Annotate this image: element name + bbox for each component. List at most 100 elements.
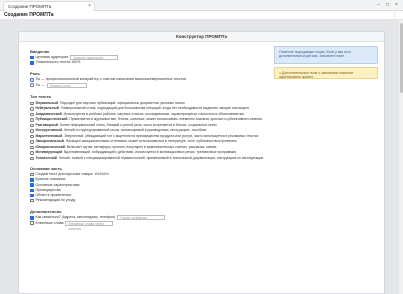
tone-desc: Применяется в журналистике, блогах, коло…	[69, 117, 262, 122]
prompt-builder-panel: Конструктор ПРОМПТа Введение Целевая ауд…	[18, 31, 385, 294]
close-window-icon[interactable]: ×	[394, 3, 399, 8]
tone-name: Инструктивный	[35, 128, 63, 133]
tone-name: Эмоциональный	[35, 139, 64, 144]
hints-column: Отметьте подходящие опции. Если у вас ес…	[274, 46, 378, 79]
extra-item-input[interactable]: Номер телефона	[117, 215, 166, 221]
tone-desc: Вдохновляющий, побуждающий к действию, и…	[63, 150, 237, 155]
tone-radio[interactable]	[30, 112, 34, 117]
tone-option-text: Маркетинговый. Энергичный, убеждающий то…	[35, 133, 259, 138]
tone-desc: Энергичный, убеждающий тон с акцентом на…	[64, 133, 259, 138]
tone-option[interactable]: Формальный. Подходит для научных публика…	[30, 101, 270, 106]
tone-option[interactable]: Мотивирующий. Вдохновляющий, побуждающий…	[30, 150, 270, 155]
tone-option-text: Инструктивный. Четкий и структурированны…	[35, 128, 207, 133]
tone-option-text: Юмористический. Включает шутки, метафоры…	[35, 144, 217, 149]
tone-radio[interactable]	[30, 134, 34, 139]
tone-desc: Четкий, точный с специализированной терм…	[58, 155, 264, 160]
section-title-tone: Тон текста	[30, 93, 51, 99]
tone-desc: Универсальный стиль, подходящий для боль…	[60, 106, 250, 111]
main-items-list: Краткое описание Основные характеристики П…	[30, 177, 270, 203]
tone-name: Публицистический	[35, 117, 68, 122]
tone-option-text: Нейтральный. Универсальный стиль, подход…	[35, 106, 250, 111]
main-item-checkbox[interactable]	[30, 193, 34, 198]
tone-radio[interactable]	[30, 107, 34, 111]
extra-item: Ключевые слова Ключевые слова через запят…	[30, 220, 270, 231]
tone-desc: Включает шутки, метафоры, иронию, популя…	[66, 144, 217, 149]
tone-desc: Более неформальный стиль, близкий к устн…	[59, 122, 217, 127]
target-audience-checkbox[interactable]	[30, 55, 34, 60]
tone-radio[interactable]	[30, 118, 34, 122]
tone-option[interactable]: Эмоциональный. Насыщен эмоциональными от…	[30, 139, 270, 144]
tone-name: Юмористический	[35, 144, 65, 149]
browser-tab[interactable]: Создание ПРОМПТа ×	[3, 1, 95, 11]
tone-name: Формальный	[35, 101, 59, 105]
tone-radio[interactable]	[30, 145, 34, 150]
main-item-checkbox[interactable]	[30, 178, 34, 182]
tone-option[interactable]: Разговорный. Более неформальный стиль, б…	[30, 122, 270, 128]
tone-option-text: Публицистический. Применяется в журналис…	[35, 117, 263, 122]
uniqueness-row: Уникальность текста 100%	[30, 60, 270, 65]
minimize-icon[interactable]: –	[376, 3, 381, 8]
scrollbar-thumb[interactable]	[399, 23, 403, 93]
tone-option[interactable]: Нейтральный. Универсальный стиль, подход…	[30, 106, 270, 111]
extra-item-checkbox[interactable]	[30, 221, 34, 225]
tone-radio[interactable]	[30, 101, 34, 106]
tone-option[interactable]: Технический. Четкий, точный с специализи…	[30, 155, 270, 161]
uniqueness-checkbox[interactable]	[30, 61, 34, 65]
more-actions-icon[interactable]: ⋮	[392, 11, 397, 20]
tab-close-icon[interactable]: ×	[88, 2, 91, 11]
tone-option-text: Формальный. Подходит для научных публика…	[35, 101, 185, 105]
tone-desc: Насыщен эмоциональными оттенками, может …	[65, 139, 237, 144]
role-radio-1[interactable]	[30, 78, 34, 82]
browser-tabbar: Создание ПРОМПТа × – □ ×	[0, 0, 403, 11]
tone-radio[interactable]	[30, 129, 34, 133]
extra-item-label: Ключевые слова	[35, 220, 64, 225]
tone-list: Формальный. Подходит для научных публика…	[30, 101, 270, 161]
main-item-checkbox[interactable]	[30, 198, 34, 203]
tone-name: Академический	[35, 111, 62, 116]
tone-name: Технический	[35, 155, 57, 160]
role-option-2[interactable]: Ты — Укажите роль	[30, 82, 270, 88]
tone-option-text: Технический. Четкий, точный с специализи…	[35, 155, 264, 160]
tone-desc: Используется в учебных работах, научных …	[63, 111, 245, 116]
main-item-checkbox[interactable]	[30, 183, 34, 187]
role-custom-input[interactable]: Укажите роль	[46, 82, 87, 88]
extra-items-list: Как связаться? (Адреса, мессенджер, теле…	[30, 215, 270, 231]
builder-form: Введение Целевая аудитория Укажите аудит…	[30, 46, 270, 231]
maximize-icon[interactable]: □	[385, 3, 390, 8]
page-title: Создание ПРОМПТа	[4, 12, 54, 18]
tone-radio[interactable]	[30, 140, 34, 144]
tone-option[interactable]: Юмористический. Включает шутки, метафоры…	[30, 144, 270, 150]
tone-radio[interactable]	[30, 123, 34, 128]
tone-desc: Четкий и структурированный стиль, исполь…	[63, 128, 207, 133]
info-hint: Отметьте подходящие опции. Если у вас ес…	[274, 46, 378, 64]
tone-option[interactable]: Маркетинговый. Энергичный, убеждающий то…	[30, 133, 270, 139]
app-header: Создание ПРОМПТа ⋮	[0, 11, 403, 20]
tone-radio[interactable]	[30, 156, 34, 161]
role-radio-2[interactable]	[30, 83, 34, 87]
tab-title: Создание ПРОМПТа	[8, 4, 52, 9]
product-checkbox[interactable]	[30, 172, 34, 177]
tone-desc: Подходит для научных публикаций, официал…	[60, 101, 185, 105]
tone-option[interactable]: Академический. Используется в учебных ра…	[30, 111, 270, 117]
tone-option[interactable]: Публицистический. Применяется в журналис…	[30, 117, 270, 122]
main-item: Рекомендации по уходу	[30, 198, 270, 203]
panel-heading: Конструктор ПРОМПТа	[19, 32, 384, 42]
tone-option-text: Разговорный. Более неформальный стиль, б…	[35, 122, 217, 127]
tone-option[interactable]: Инструктивный. Четкий и структурированны…	[30, 128, 270, 133]
warning-hint: ● Дополнительные поля с описанием позвол…	[274, 67, 378, 79]
extra-item-input[interactable]: Ключевые слова через запятую	[65, 220, 114, 231]
tone-option-text: Эмоциональный. Насыщен эмоциональными от…	[35, 139, 237, 144]
tone-name: Разговорный	[35, 122, 58, 127]
warning-hint-text: Дополнительные поля с описанием позволят…	[279, 71, 354, 80]
role-option-2-label: Ты —	[35, 82, 45, 87]
uniqueness-label: Уникальность текста 100%	[35, 60, 81, 65]
main-item-label: Рекомендации по уходу	[35, 198, 76, 203]
tone-radio[interactable]	[30, 151, 34, 155]
tone-option-text: Мотивирующий. Вдохновляющий, побуждающий…	[35, 150, 237, 155]
tone-name: Мотивирующий	[35, 150, 63, 155]
product-value: WebMint	[94, 172, 109, 177]
tone-name: Нейтральный	[35, 106, 59, 111]
main-item-checkbox[interactable]	[30, 188, 34, 193]
tone-name: Маркетинговый	[35, 133, 63, 138]
extra-item-checkbox[interactable]	[30, 216, 34, 220]
